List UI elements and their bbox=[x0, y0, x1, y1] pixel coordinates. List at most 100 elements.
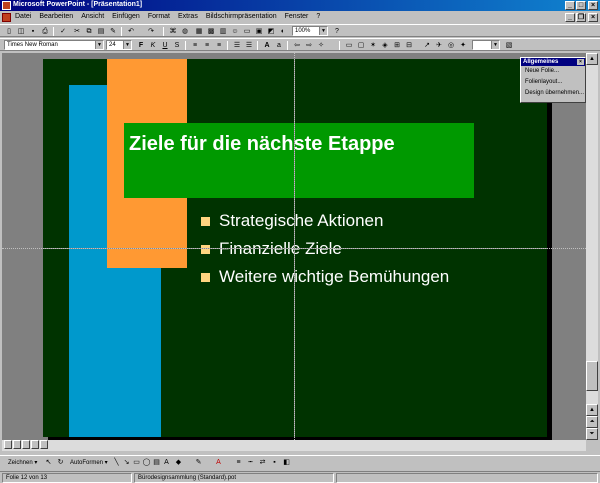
slide-show-view-icon[interactable] bbox=[40, 440, 48, 449]
textbox-tool-icon[interactable]: ▤ bbox=[152, 459, 161, 467]
align-center-icon[interactable]: ≡ bbox=[202, 41, 212, 50]
web-toolbar-icon[interactable]: ◍ bbox=[180, 27, 190, 36]
help-icon[interactable]: ? bbox=[332, 27, 342, 36]
free-rotate-icon[interactable]: ↻ bbox=[56, 459, 65, 467]
vertical-guide-outer[interactable] bbox=[294, 53, 295, 440]
bullet-item[interactable]: Strategische Aktionen bbox=[201, 207, 449, 235]
doc-close-button[interactable]: × bbox=[588, 13, 598, 22]
bullets-icon[interactable]: ☰ bbox=[244, 41, 254, 50]
format-painter-icon[interactable]: ✎ bbox=[108, 27, 118, 36]
normal-view-icon[interactable] bbox=[4, 440, 12, 449]
scroll-thumb[interactable] bbox=[586, 361, 598, 391]
doc-restore-button[interactable]: ❐ bbox=[576, 13, 586, 22]
redo-icon[interactable]: ↷ bbox=[146, 27, 156, 36]
custom-animation-icon[interactable]: ✶ bbox=[368, 41, 378, 50]
horizontal-guide-outer[interactable] bbox=[2, 248, 586, 249]
select-pointer-icon[interactable]: ↖ bbox=[44, 459, 53, 467]
bullet-item[interactable]: Finanzielle Ziele bbox=[201, 235, 449, 263]
zoom-combo[interactable]: 100% ▼ bbox=[292, 26, 328, 36]
menu-datei[interactable]: Datei bbox=[14, 13, 32, 20]
line-tool-icon[interactable]: ╲ bbox=[112, 459, 121, 467]
save-icon[interactable]: ▪ bbox=[28, 27, 38, 36]
outline-view-icon[interactable] bbox=[13, 440, 21, 449]
line-color-icon[interactable]: ✎ bbox=[194, 459, 203, 467]
document-icon[interactable] bbox=[2, 13, 11, 22]
previous-slide-button[interactable]: ⏶ bbox=[586, 416, 598, 428]
numbering-icon[interactable]: ☰ bbox=[232, 41, 242, 50]
rectangle-tool-icon[interactable]: ▭ bbox=[132, 459, 141, 467]
line-style-icon[interactable]: ≡ bbox=[234, 459, 243, 467]
slide-view-icon[interactable] bbox=[22, 440, 30, 449]
promote-icon[interactable]: ⇦ bbox=[292, 41, 302, 50]
increase-font-icon[interactable]: A bbox=[262, 41, 272, 50]
chevron-down-icon[interactable]: ▼ bbox=[123, 41, 131, 49]
align-right-icon[interactable]: ≡ bbox=[214, 41, 224, 50]
menu-hilfe[interactable]: ? bbox=[315, 13, 321, 20]
slide-layout-icon[interactable]: ▣ bbox=[254, 27, 264, 36]
hide-slide-icon[interactable]: ▢ bbox=[356, 41, 366, 50]
underline-icon[interactable]: U bbox=[160, 41, 170, 50]
menu-ansicht[interactable]: Ansicht bbox=[80, 13, 105, 20]
shadow-style-icon[interactable]: ▪ bbox=[270, 459, 279, 467]
insert-word-table-icon[interactable]: ▦ bbox=[194, 27, 204, 36]
grayscale-icon[interactable]: ◐ bbox=[278, 27, 288, 36]
cut-icon[interactable]: ✂ bbox=[72, 27, 82, 36]
slide-sorter-view-icon[interactable] bbox=[31, 440, 39, 449]
flying-effect-icon[interactable]: ✈ bbox=[434, 41, 444, 50]
new-slide-icon[interactable]: ▭ bbox=[242, 27, 252, 36]
dash-style-icon[interactable]: ┅ bbox=[246, 459, 255, 467]
oval-tool-icon[interactable]: ◯ bbox=[142, 459, 151, 467]
menu-bildschirmpraesentation[interactable]: Bildschirmpräsentation bbox=[205, 13, 278, 20]
camera-effect-icon[interactable]: ◎ bbox=[446, 41, 456, 50]
demote-icon[interactable]: ⇨ bbox=[304, 41, 314, 50]
menu-format[interactable]: Format bbox=[147, 13, 171, 20]
print-icon[interactable]: ⎙ bbox=[40, 27, 50, 36]
fill-color-icon[interactable]: ◆ bbox=[174, 459, 183, 467]
close-button[interactable]: × bbox=[588, 1, 598, 10]
menu-extras[interactable]: Extras bbox=[177, 13, 199, 20]
insert-excel-icon[interactable]: ▩ bbox=[206, 27, 216, 36]
align-left-icon[interactable]: ≡ bbox=[190, 41, 200, 50]
animation-preview-icon[interactable]: ◈ bbox=[380, 41, 390, 50]
paste-icon[interactable]: ▤ bbox=[96, 27, 106, 36]
font-size-combo[interactable]: 24 ▼ bbox=[106, 40, 132, 50]
slide-workarea[interactable]: Ziele für die nächste Etappe Strategisch… bbox=[2, 53, 586, 440]
spelling-icon[interactable]: ✓ bbox=[58, 27, 68, 36]
bullet-list[interactable]: Strategische Aktionen Finanzielle Ziele … bbox=[201, 207, 449, 291]
draw-menu-button[interactable]: Zeichnen ▾ bbox=[8, 459, 37, 466]
bold-icon[interactable]: F bbox=[136, 41, 146, 50]
summary-slide-icon[interactable]: ⊟ bbox=[404, 41, 414, 50]
slide-title[interactable]: Ziele für die nächste Etappe bbox=[129, 133, 395, 156]
menu-einfuegen[interactable]: Einfügen bbox=[111, 13, 141, 20]
chevron-down-icon[interactable]: ▼ bbox=[491, 41, 499, 49]
horizontal-scrollbar[interactable] bbox=[2, 440, 586, 451]
font-color-icon[interactable]: A bbox=[214, 459, 223, 467]
doc-minimize-button[interactable]: _ bbox=[565, 13, 575, 22]
close-icon[interactable]: × bbox=[577, 59, 584, 65]
new-document-icon[interactable]: ▯ bbox=[4, 27, 14, 36]
menu-bearbeiten[interactable]: Bearbeiten bbox=[38, 13, 74, 20]
arrow-tool-icon[interactable]: ↘ bbox=[122, 459, 131, 467]
scroll-up-button[interactable]: ▲ bbox=[586, 53, 598, 65]
scroll-down-button[interactable]: ▲ bbox=[586, 404, 598, 416]
expand-slide-icon[interactable]: ⊞ bbox=[392, 41, 402, 50]
maximize-button[interactable]: □ bbox=[576, 1, 586, 10]
minimize-button[interactable]: _ bbox=[565, 1, 575, 10]
palette-item-new-slide[interactable]: Neue Folie... bbox=[521, 66, 585, 77]
wordart-icon[interactable]: A bbox=[162, 459, 171, 467]
next-slide-button[interactable]: ⏷ bbox=[586, 428, 598, 440]
decrease-font-icon[interactable]: a bbox=[274, 41, 284, 50]
font-combo[interactable]: Times New Roman ▼ bbox=[4, 40, 104, 50]
italic-icon[interactable]: K bbox=[148, 41, 158, 50]
arrow-style-icon[interactable]: ⇄ bbox=[258, 459, 267, 467]
flash-effect-icon[interactable]: ✦ bbox=[458, 41, 468, 50]
palette-toggle-icon[interactable]: ▧ bbox=[504, 41, 514, 50]
animation-effects-icon[interactable]: ✧ bbox=[316, 41, 326, 50]
palette-item-slide-layout[interactable]: Folienlayout... bbox=[521, 77, 585, 88]
drive-in-effect-icon[interactable]: ↗ bbox=[422, 41, 432, 50]
apply-design-icon[interactable]: ◩ bbox=[266, 27, 276, 36]
menu-fenster[interactable]: Fenster bbox=[284, 13, 310, 20]
animation-combo[interactable]: ▼ bbox=[472, 40, 500, 50]
insert-chart-icon[interactable]: ▥ bbox=[218, 27, 228, 36]
slide-transition-icon[interactable]: ▭ bbox=[344, 41, 354, 50]
